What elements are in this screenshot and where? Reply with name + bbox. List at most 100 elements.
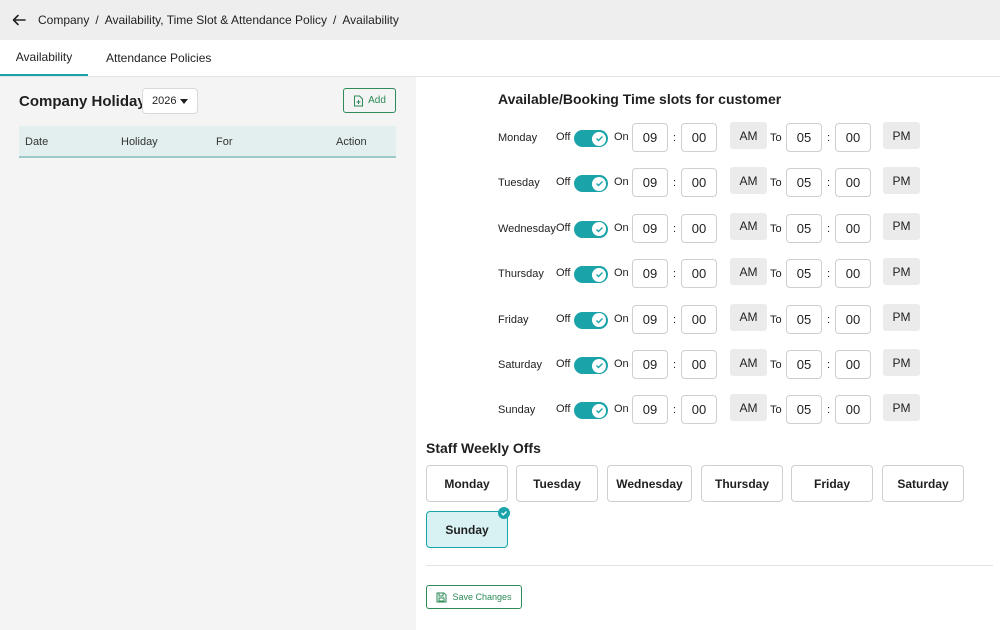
check-icon [592, 403, 606, 418]
breadcrumb-current: Availability [342, 13, 399, 27]
back-arrow-icon[interactable] [12, 12, 28, 28]
off-label: Off [556, 267, 571, 280]
save-changes-label: Save Changes [452, 592, 512, 602]
time-colon: : [673, 404, 677, 417]
weekly-off-thursday[interactable]: Thursday [701, 465, 783, 502]
start-hour-input[interactable]: 09 [632, 395, 668, 425]
day-toggle[interactable] [574, 311, 608, 329]
start-minute-input[interactable]: 00 [681, 259, 717, 289]
end-ampm-toggle[interactable]: PM [883, 394, 920, 422]
end-ampm-toggle[interactable]: PM [883, 349, 920, 376]
breadcrumb-company[interactable]: Company [38, 13, 89, 27]
start-minute-input[interactable]: 00 [681, 123, 717, 152]
weekly-off-sunday[interactable]: Sunday [426, 507, 510, 548]
breadcrumb-separator: / [333, 13, 337, 27]
end-minute-input[interactable]: 00 [835, 395, 871, 425]
start-minute-input[interactable]: 00 [681, 213, 717, 243]
breadcrumb-policy[interactable]: Availability, Time Slot & Attendance Pol… [105, 13, 327, 27]
end-ampm-toggle[interactable]: PM [883, 167, 920, 195]
divider [426, 565, 993, 566]
col-action: Action [336, 136, 367, 148]
end-minute-input[interactable]: 00 [835, 350, 871, 379]
start-hour-input[interactable]: 09 [632, 213, 668, 243]
day-label: Friday [498, 313, 529, 326]
off-label: Off [556, 312, 571, 325]
weekly-off-wednesday[interactable]: Wednesday [607, 465, 692, 502]
weekly-off-saturday[interactable]: Saturday [882, 465, 964, 502]
end-ampm-toggle[interactable]: PM [883, 122, 920, 149]
start-ampm-toggle[interactable]: AM [730, 167, 767, 195]
start-hour-input[interactable]: 09 [632, 350, 668, 379]
time-colon: : [673, 222, 677, 235]
weekly-off-label: Sunday [445, 522, 489, 537]
weekly-off-monday[interactable]: Monday [426, 465, 508, 502]
start-hour-input[interactable]: 09 [632, 168, 668, 198]
day-toggle[interactable] [574, 130, 608, 147]
tab-availability[interactable]: Availability [0, 40, 88, 76]
end-minute-input[interactable]: 00 [835, 168, 871, 198]
weekly-off-tuesday[interactable]: Tuesday [516, 465, 598, 502]
start-hour-input[interactable]: 09 [632, 123, 668, 152]
save-changes-button[interactable]: Save Changes [426, 585, 522, 609]
start-ampm-toggle[interactable]: AM [730, 122, 767, 149]
to-label: To [770, 404, 782, 417]
col-date: Date [25, 136, 49, 148]
check-icon [592, 267, 606, 282]
day-label: Thursday [498, 268, 544, 281]
time-colon: : [673, 268, 677, 281]
weekly-off-label: Thursday [714, 476, 769, 491]
end-minute-input[interactable]: 00 [835, 259, 871, 289]
start-minute-input[interactable]: 00 [681, 350, 717, 379]
tab-bar: Availability Attendance Policies [0, 40, 1000, 77]
end-hour-input[interactable]: 05 [786, 304, 822, 334]
start-hour-input[interactable]: 09 [632, 304, 668, 334]
day-label: Saturday [498, 359, 543, 371]
year-select[interactable]: 2026 [142, 88, 198, 114]
time-slot-row: Thursday Off On 09:00 AM To 05:00 PM [498, 258, 938, 289]
end-minute-input[interactable]: 00 [835, 304, 871, 334]
end-ampm-toggle[interactable]: PM [883, 303, 920, 331]
time-colon: : [827, 359, 831, 371]
availability-panel: Available/Booking Time slots for custome… [416, 77, 1000, 630]
start-hour-input[interactable]: 09 [632, 259, 668, 289]
end-hour-input[interactable]: 05 [786, 213, 822, 243]
day-toggle[interactable] [574, 266, 608, 284]
weekly-off-friday[interactable]: Friday [791, 465, 873, 502]
start-ampm-toggle[interactable]: AM [730, 258, 767, 286]
start-ampm-toggle[interactable]: AM [730, 394, 767, 422]
on-label: On [614, 267, 629, 280]
start-ampm-toggle[interactable]: AM [730, 303, 767, 331]
end-minute-input[interactable]: 00 [835, 123, 871, 152]
start-minute-input[interactable]: 00 [681, 304, 717, 334]
day-label: Wednesday [498, 222, 556, 235]
save-icon [436, 592, 447, 602]
start-ampm-toggle[interactable]: AM [730, 212, 767, 240]
weekly-offs-title: Staff Weekly Offs [426, 440, 541, 456]
start-ampm-toggle[interactable]: AM [730, 349, 767, 376]
day-toggle[interactable] [574, 175, 608, 193]
add-holiday-label: Add [368, 95, 386, 106]
off-label: Off [556, 131, 571, 143]
check-icon [592, 358, 606, 373]
start-minute-input[interactable]: 00 [681, 395, 717, 425]
to-label: To [770, 177, 782, 190]
end-hour-input[interactable]: 05 [786, 168, 822, 198]
day-toggle[interactable] [574, 220, 608, 238]
on-label: On [614, 312, 629, 325]
end-hour-input[interactable]: 05 [786, 259, 822, 289]
time-colon: : [673, 313, 677, 326]
breadcrumb-separator: / [95, 13, 99, 27]
tab-attendance-policies[interactable]: Attendance Policies [90, 40, 227, 76]
end-hour-input[interactable]: 05 [786, 350, 822, 379]
end-minute-input[interactable]: 00 [835, 213, 871, 243]
day-toggle[interactable] [574, 402, 608, 420]
end-hour-input[interactable]: 05 [786, 395, 822, 425]
add-file-icon [354, 95, 364, 106]
end-ampm-toggle[interactable]: PM [883, 258, 920, 286]
to-label: To [770, 359, 782, 371]
start-minute-input[interactable]: 00 [681, 168, 717, 198]
end-ampm-toggle[interactable]: PM [883, 212, 920, 240]
add-holiday-button[interactable]: Add [343, 88, 396, 113]
end-hour-input[interactable]: 05 [786, 123, 822, 152]
day-toggle[interactable] [574, 357, 608, 374]
